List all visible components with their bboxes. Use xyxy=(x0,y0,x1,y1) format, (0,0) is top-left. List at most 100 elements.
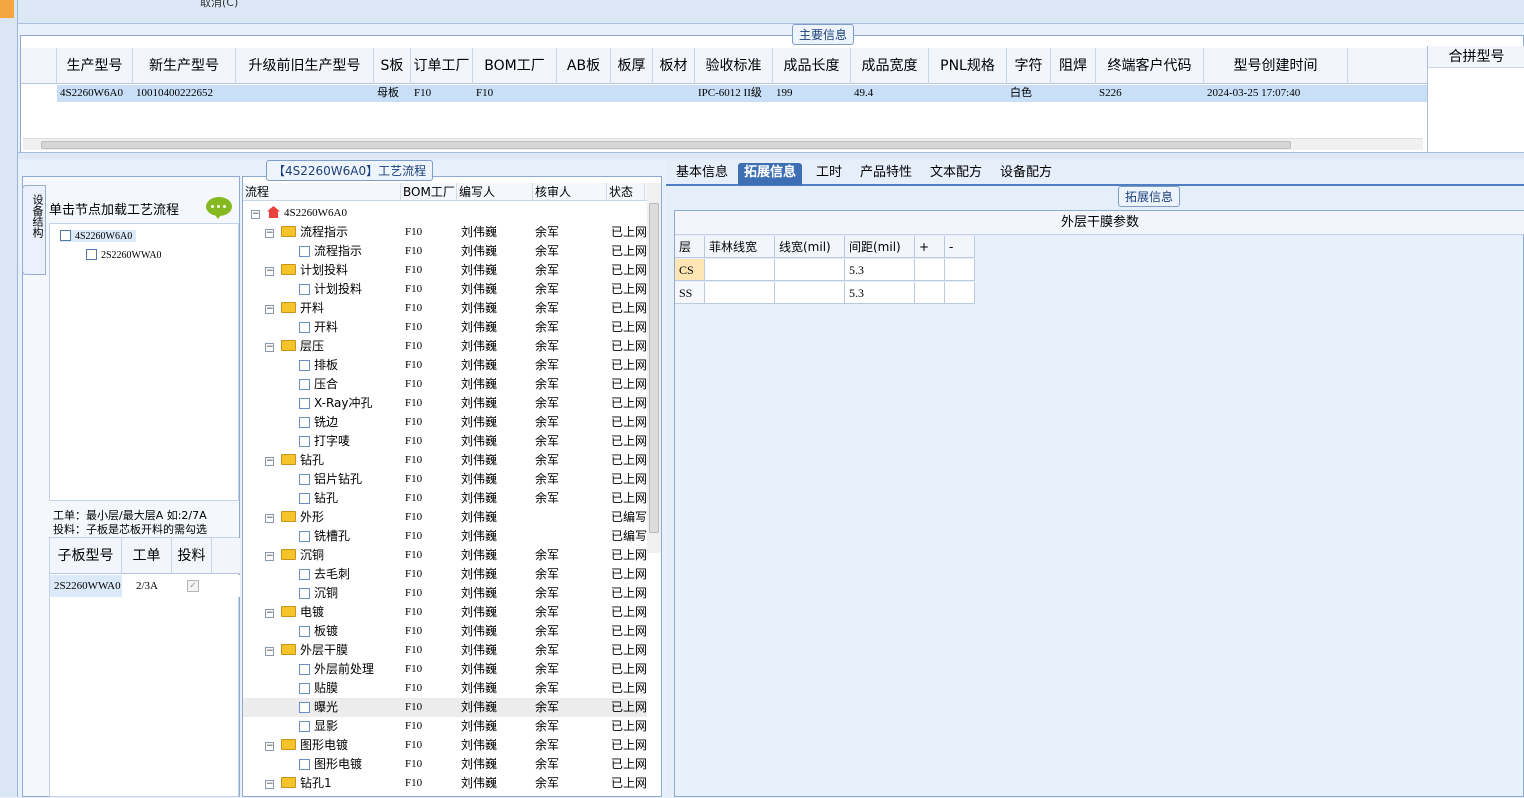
chat-bubble-icon[interactable] xyxy=(206,197,232,219)
column-header[interactable]: 层 xyxy=(675,236,705,258)
vertical-scrollbar[interactable] xyxy=(647,183,661,553)
column-header[interactable]: 板材 xyxy=(653,48,695,84)
table-cell[interactable]: 5.3 xyxy=(845,259,915,281)
list-item[interactable]: X-Ray冲孔 F10 刘伟巍 余军 已上网 xyxy=(243,394,647,413)
list-item[interactable]: 板镀 F10 刘伟巍 余军 已上网 xyxy=(243,622,647,641)
column-header[interactable]: AB板 xyxy=(557,48,611,84)
column-header[interactable]: 子板型号 xyxy=(50,538,122,574)
tree-node[interactable]: 4S2260W6A0 xyxy=(60,230,137,242)
collapse-toggle[interactable]: − xyxy=(265,780,274,789)
cancel-button[interactable]: 取消(C) xyxy=(200,0,238,10)
list-item[interactable]: − 图形电镀 F10 刘伟巍 余军 已上网 xyxy=(243,736,647,755)
list-item[interactable]: − 电镀 F10 刘伟巍 余军 已上网 xyxy=(243,603,647,622)
table-cell[interactable] xyxy=(915,259,945,281)
column-header[interactable]: 字符 xyxy=(1007,48,1051,84)
list-item[interactable]: 打字唛 F10 刘伟巍 余军 已上网 xyxy=(243,432,647,451)
collapse-toggle[interactable]: − xyxy=(265,305,274,314)
list-item[interactable]: 铣边 F10 刘伟巍 余军 已上网 xyxy=(243,413,647,432)
list-item[interactable]: 计划投料 F10 刘伟巍 余军 已上网 xyxy=(243,280,647,299)
column-header[interactable]: 板厚 xyxy=(611,48,653,84)
collapse-toggle[interactable]: − xyxy=(265,552,274,561)
column-header[interactable]: BOM工厂 xyxy=(401,183,457,201)
column-header[interactable]: BOM工厂 xyxy=(473,48,557,84)
collapse-toggle[interactable]: − xyxy=(265,457,274,466)
tree-node[interactable]: 2S2260WWA0 xyxy=(86,249,162,261)
column-header[interactable]: 流程 xyxy=(243,183,401,201)
table-cell[interactable] xyxy=(775,259,845,281)
column-header[interactable]: 编写人 xyxy=(457,183,533,201)
scroll-thumb[interactable] xyxy=(41,141,1291,149)
list-item[interactable]: 排板 F10 刘伟巍 余军 已上网 xyxy=(243,356,647,375)
list-item[interactable]: 铝片钻孔 F10 刘伟巍 余军 已上网 xyxy=(243,470,647,489)
tab-item[interactable]: 文本配方 xyxy=(924,163,988,185)
column-header[interactable]: 核审人 xyxy=(533,183,607,201)
column-header[interactable]: 阻焊 xyxy=(1051,48,1096,84)
tab-item[interactable]: 基本信息 xyxy=(670,163,734,185)
collapse-toggle[interactable]: − xyxy=(251,210,260,219)
column-header[interactable]: - xyxy=(945,236,975,258)
list-item[interactable]: 曝光 F10 刘伟巍 余军 已上网 xyxy=(243,698,647,717)
table-cell[interactable] xyxy=(915,282,945,304)
column-header[interactable]: 成品长度 xyxy=(773,48,851,84)
feed-checkbox[interactable]: ✓ xyxy=(187,580,199,592)
horizontal-splitter[interactable] xyxy=(18,152,1524,159)
table-cell[interactable]: 5.3 xyxy=(845,282,915,304)
list-item[interactable]: − 钻孔 F10 刘伟巍 余军 已上网 xyxy=(243,451,647,470)
collapse-toggle[interactable]: − xyxy=(265,343,274,352)
table-cell[interactable] xyxy=(775,282,845,304)
row-indicator[interactable] xyxy=(21,85,57,102)
column-header[interactable]: 新生产型号 xyxy=(133,48,236,84)
collapse-toggle[interactable]: − xyxy=(265,267,274,276)
column-header[interactable]: 验收标准 xyxy=(695,48,773,84)
table-cell[interactable] xyxy=(705,259,775,281)
list-item[interactable]: 显影 F10 刘伟巍 余军 已上网 xyxy=(243,717,647,736)
collapse-toggle[interactable]: − xyxy=(265,742,274,751)
column-header[interactable]: S板 xyxy=(374,48,411,84)
list-item[interactable]: − 开料 F10 刘伟巍 余军 已上网 xyxy=(243,299,647,318)
column-header[interactable]: 投料 xyxy=(172,538,212,574)
table-cell[interactable] xyxy=(945,282,975,304)
table-cell[interactable] xyxy=(945,259,975,281)
list-item[interactable]: 钻孔 F10 刘伟巍 余军 已上网 xyxy=(243,489,647,508)
list-item[interactable]: − 外层干膜 F10 刘伟巍 余军 已上网 xyxy=(243,641,647,660)
column-header[interactable]: 订单工厂 xyxy=(411,48,473,84)
main-info-row[interactable]: 4S2260W6A0 10010400222652 母板 F10 F10 IPC-6012… xyxy=(21,85,1427,102)
tab-item[interactable]: 产品特性 xyxy=(854,163,918,185)
table-row[interactable]: 2S2260WWA0 2/3A ✓ xyxy=(50,575,240,597)
tab-item[interactable]: 设备配方 xyxy=(994,163,1058,185)
tab-item[interactable]: 拓展信息 xyxy=(738,163,803,185)
list-item[interactable]: 贴膜 F10 刘伟巍 余军 已上网 xyxy=(243,679,647,698)
list-item[interactable]: − 外形 F10 刘伟巍 已编写 xyxy=(243,508,647,527)
column-header[interactable]: 生产型号 xyxy=(57,48,133,84)
column-header[interactable]: 成品宽度 xyxy=(851,48,929,84)
list-item[interactable]: 开料 F10 刘伟巍 余军 已上网 xyxy=(243,318,647,337)
list-item[interactable]: 外层前处理 F10 刘伟巍 余军 已上网 xyxy=(243,660,647,679)
column-header[interactable]: 型号创建时间 xyxy=(1204,48,1348,84)
scroll-thumb[interactable] xyxy=(649,203,659,533)
list-item[interactable]: − 计划投料 F10 刘伟巍 余军 已上网 xyxy=(243,261,647,280)
collapse-toggle[interactable]: − xyxy=(265,229,274,238)
list-item[interactable]: 沉铜 F10 刘伟巍 余军 已上网 xyxy=(243,584,647,603)
column-header[interactable]: + xyxy=(915,236,945,258)
list-item[interactable]: − 钻孔1 F10 刘伟巍 余军 已上网 xyxy=(243,774,647,793)
device-structure-tab[interactable]: 设备结构 xyxy=(22,185,46,275)
list-item[interactable]: 压合 F10 刘伟巍 余军 已上网 xyxy=(243,375,647,394)
list-item[interactable]: − 层压 F10 刘伟巍 余军 已上网 xyxy=(243,337,647,356)
list-item[interactable]: 去毛刺 F10 刘伟巍 余军 已上网 xyxy=(243,565,647,584)
list-item[interactable]: 图形电镀 F10 刘伟巍 余军 已上网 xyxy=(243,755,647,774)
column-header[interactable]: 升级前旧生产型号 xyxy=(236,48,374,84)
collapse-toggle[interactable]: − xyxy=(265,514,274,523)
column-header[interactable]: 终端客户代码 xyxy=(1096,48,1204,84)
collapse-toggle[interactable]: − xyxy=(265,647,274,656)
list-item[interactable]: − 沉铜 F10 刘伟巍 余军 已上网 xyxy=(243,546,647,565)
tab-item[interactable]: 工时 xyxy=(810,163,848,185)
column-header[interactable]: 间距(mil) xyxy=(845,236,915,258)
tree-root[interactable]: − 4S2260W6A0 xyxy=(243,204,647,223)
column-header[interactable]: 工单 xyxy=(122,538,172,574)
horizontal-scrollbar[interactable] xyxy=(23,138,1423,150)
list-item[interactable]: 流程指示 F10 刘伟巍 余军 已上网 xyxy=(243,242,647,261)
column-header[interactable]: 菲林线宽 xyxy=(705,236,775,258)
column-header[interactable]: 状态 xyxy=(607,183,645,201)
column-header[interactable]: 线宽(mil) xyxy=(775,236,845,258)
list-item[interactable]: 铣槽孔 F10 刘伟巍 已编写 xyxy=(243,527,647,546)
